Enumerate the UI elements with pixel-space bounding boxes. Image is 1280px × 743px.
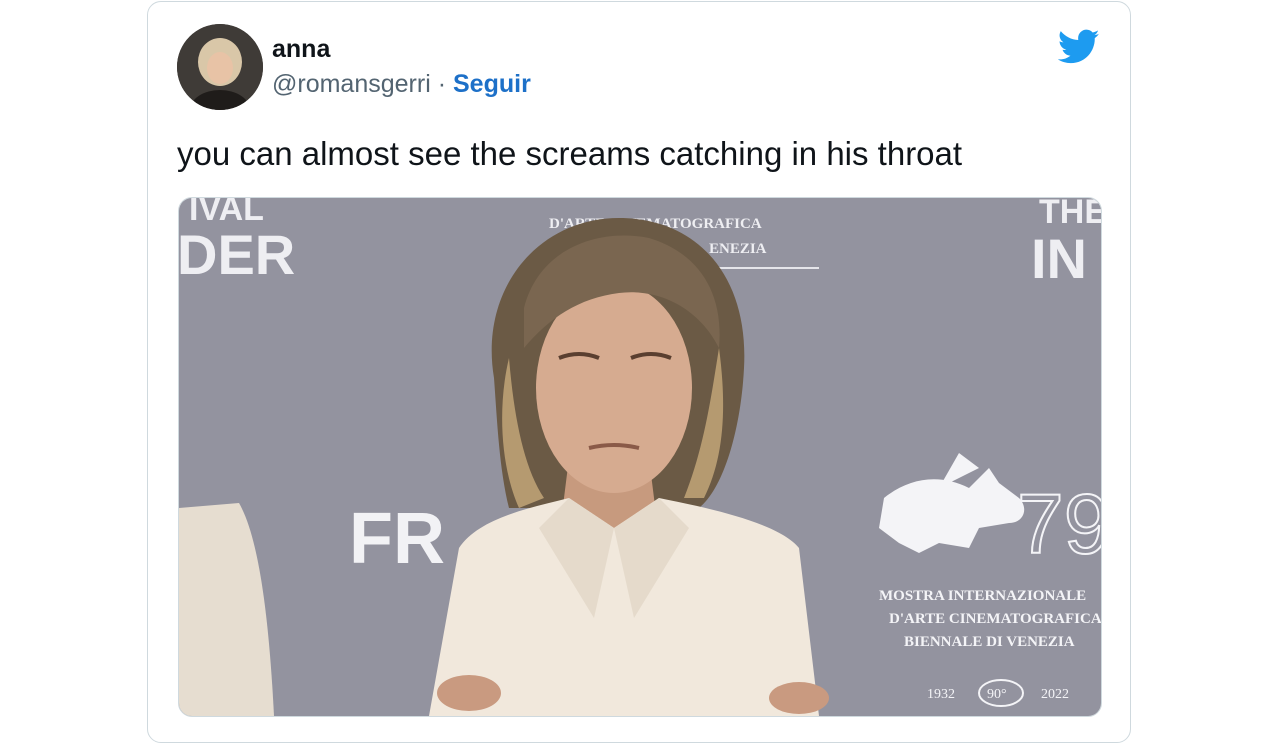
- author-avatar[interactable]: [177, 24, 263, 110]
- twitter-bird-icon[interactable]: [1058, 29, 1100, 65]
- tweet-media[interactable]: IVAL DER D'ARTE CINEMATOGRAFICA ENEZIA T…: [178, 197, 1102, 717]
- avatar-photo: [177, 24, 263, 110]
- follow-link[interactable]: Seguir: [453, 70, 531, 98]
- media-photo: IVAL DER D'ARTE CINEMATOGRAFICA ENEZIA T…: [179, 198, 1101, 716]
- author-handle[interactable]: @romansgerri: [272, 70, 431, 98]
- festival-number: 79: [1017, 477, 1101, 571]
- tweet-text: you can almost see the screams catching …: [177, 135, 963, 172]
- author-name[interactable]: anna: [272, 35, 330, 64]
- separator-dot: ·: [437, 70, 447, 98]
- backdrop-text-left-mid: DER: [179, 223, 295, 286]
- badge-center: 90°: [987, 687, 1007, 702]
- festival-line-1: MOSTRA INTERNAZIONALE: [879, 588, 1086, 604]
- backdrop-text-top-center-2: ENEZIA: [709, 241, 767, 257]
- festival-line-3: BIENNALE DI VENEZIA: [904, 634, 1075, 650]
- backdrop-text-right-mid: IN: [1031, 227, 1087, 290]
- backdrop-text-fr: FR: [349, 499, 445, 579]
- badge-left: 1932: [927, 687, 955, 702]
- badge-right: 2022: [1041, 687, 1069, 702]
- festival-line-2: D'ARTE CINEMATOGRAFICA: [889, 611, 1101, 627]
- handle-row: @romansgerri · Seguir: [272, 70, 531, 99]
- tweet-card: anna @romansgerri · Seguir you can almos…: [147, 1, 1131, 743]
